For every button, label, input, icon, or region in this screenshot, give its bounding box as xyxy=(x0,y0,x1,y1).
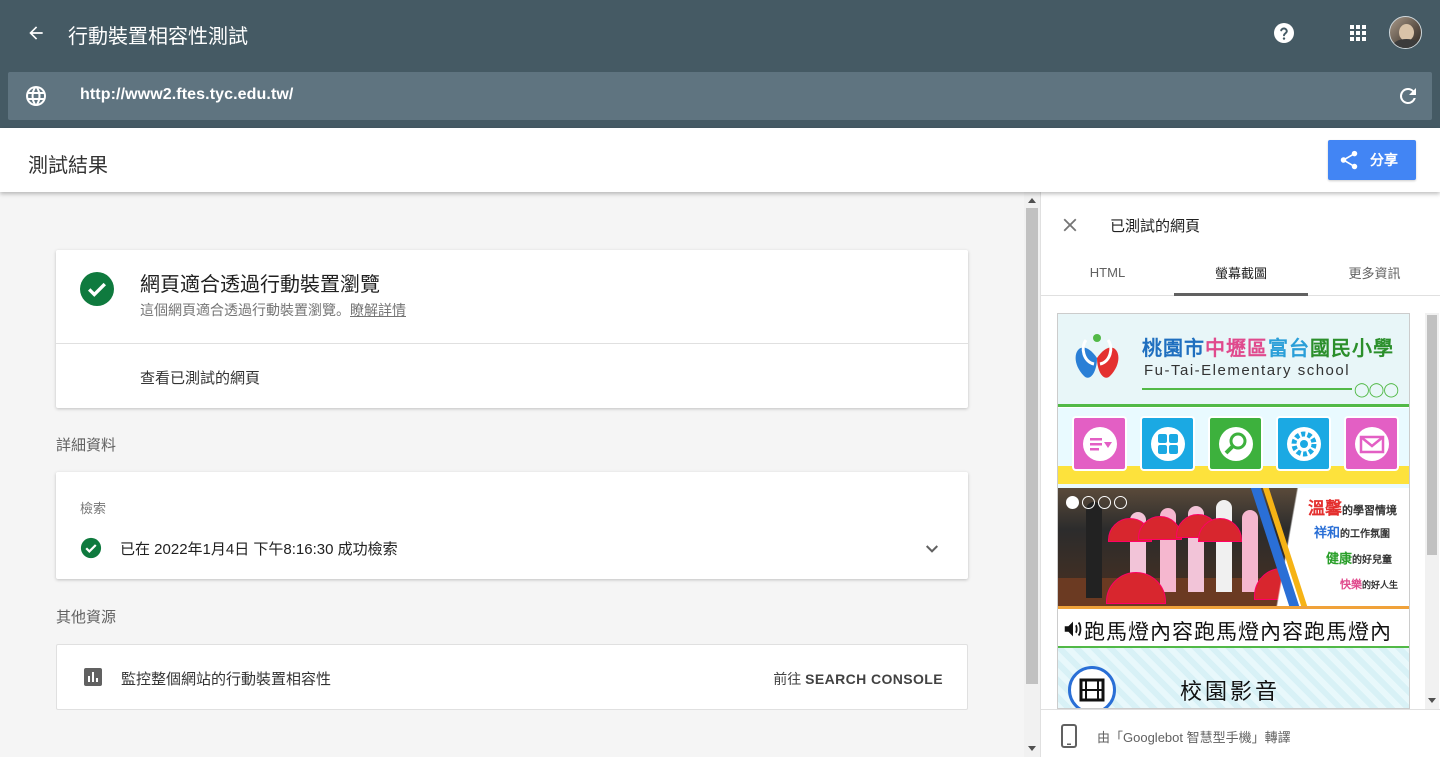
console-link-label: SEARCH CONSOLE xyxy=(805,671,943,687)
console-text: 監控整個網站的行動裝置相容性 xyxy=(121,671,332,688)
avatar[interactable] xyxy=(1389,16,1422,49)
panel-tabs: HTML 螢幕截圖 更多資訊 xyxy=(1041,248,1440,296)
search-console-link[interactable]: 前往 SEARCH CONSOLE xyxy=(773,669,943,689)
school-name-part: 中壢區 xyxy=(1205,338,1268,360)
slogan-word: 健康 xyxy=(1326,551,1353,566)
resources-section-label: 其他資源 xyxy=(56,609,117,626)
slogan-text: 祥和的工作氛圍 xyxy=(1314,522,1390,541)
crawl-status-text: 已在 2022年1月4日 下午8:16:30 成功檢索 xyxy=(120,541,398,558)
result-subtitle: 這個網頁適合透過行動裝置瀏覽。瞭解詳情 xyxy=(140,300,406,320)
close-icon[interactable] xyxy=(1059,214,1081,236)
film-icon xyxy=(1068,666,1116,708)
refresh-button[interactable] xyxy=(1396,84,1420,108)
details-section-label: 詳細資料 xyxy=(56,437,117,454)
school-english-name: Fu-Tai-Elementary school xyxy=(1144,362,1351,379)
preview-icon-row xyxy=(1058,408,1409,488)
rendered-by-text: 由「Googlebot 智慧型手機」轉譯 xyxy=(1097,730,1291,745)
header-underline xyxy=(1142,388,1352,390)
app-title: 行動裝置相容性測試 xyxy=(68,26,248,48)
school-logo xyxy=(1075,334,1119,378)
crawl-card[interactable]: 檢索 已在 2022年1月4日 下午8:16:30 成功檢索 xyxy=(56,472,968,579)
slogan-word: 的工作氛圍 xyxy=(1340,529,1391,540)
scroll-up-arrow[interactable] xyxy=(1028,198,1036,203)
result-title: 網頁適合透過行動裝置瀏覽 xyxy=(140,274,380,296)
panel-title: 已測試的網頁 xyxy=(1110,218,1201,235)
slogan-text: 溫馨的學習情境 xyxy=(1308,494,1397,519)
arrow-left-icon xyxy=(29,26,43,40)
check-circle-icon xyxy=(80,272,114,306)
preview-marquee: 跑馬燈內容跑馬燈內容跑馬燈內 xyxy=(1058,606,1409,648)
marquee-text: 跑馬燈內容跑馬燈內容跑馬燈內 xyxy=(1084,621,1392,644)
view-tested-page-link[interactable]: 查看已測試的網頁 xyxy=(140,367,260,388)
console-link-prefix: 前往 xyxy=(773,671,802,687)
apps-grid-icon xyxy=(1350,25,1366,41)
slogan-word: 的學習情境 xyxy=(1342,505,1397,517)
smartphone-icon xyxy=(1061,724,1077,748)
page-title: 測試結果 xyxy=(28,155,108,177)
rings-decoration: ◯◯◯ xyxy=(1354,381,1399,397)
speaker-icon xyxy=(1064,621,1082,637)
preview-video-section: 校園影音 xyxy=(1058,648,1409,708)
divider xyxy=(56,343,968,344)
search-icon xyxy=(1208,416,1263,471)
chevron-down-icon[interactable] xyxy=(920,536,944,560)
url-value[interactable]: http://www2.ftes.tyc.edu.tw/ xyxy=(80,86,293,104)
share-label: 分享 xyxy=(1370,152,1398,168)
school-name-part: 國民小學 xyxy=(1310,338,1394,360)
slogan-word: 的好人生 xyxy=(1362,580,1399,590)
school-name-part: 富台 xyxy=(1268,338,1310,360)
school-name-part: 桃園市 xyxy=(1142,338,1205,360)
main-scrollbar[interactable] xyxy=(1024,192,1040,757)
search-console-card: 監控整個網站的行動裝置相容性 前往 SEARCH CONSOLE xyxy=(56,644,968,710)
bar-chart-icon xyxy=(84,668,102,686)
url-bar[interactable]: http://www2.ftes.tyc.edu.tw/ xyxy=(8,72,1432,120)
tab-more-info[interactable]: 更多資訊 xyxy=(1308,248,1440,296)
app-bar: 行動裝置相容性測試 http://www2.ftes.tyc.edu.tw/ xyxy=(0,0,1440,128)
help-circle-icon xyxy=(1274,23,1294,43)
main-content: 網頁適合透過行動裝置瀏覽 這個網頁適合透過行動裝置瀏覽。瞭解詳情 查看已測試的網… xyxy=(0,192,1024,757)
tested-page-panel: 已測試的網頁 HTML 螢幕截圖 更多資訊 桃園市中壢區富台國民小學 Fu-Ta… xyxy=(1040,192,1440,757)
globe-icon xyxy=(26,86,46,106)
preview-header: 桃園市中壢區富台國民小學 Fu-Tai-Elementary school ◯◯… xyxy=(1058,314,1409,407)
green-bar xyxy=(1058,404,1409,407)
preview-banner-photo: 溫馨的學習情境 祥和的工作氛圍 健康的好兒童 快樂的好人生 xyxy=(1058,488,1409,606)
school-name: 桃園市中壢區富台國民小學 xyxy=(1142,332,1394,361)
result-header: 測試結果 分享 xyxy=(0,128,1440,192)
scroll-thumb[interactable] xyxy=(1427,315,1437,555)
scroll-down-arrow[interactable] xyxy=(1028,746,1036,751)
share-icon xyxy=(1340,150,1358,170)
slogan-word: 的好兒童 xyxy=(1352,555,1393,566)
apps-button[interactable] xyxy=(1346,21,1370,45)
back-button[interactable] xyxy=(24,21,48,45)
slogan-word: 快樂 xyxy=(1340,579,1362,591)
learn-more-link[interactable]: 瞭解詳情 xyxy=(350,302,406,318)
scroll-down-arrow[interactable] xyxy=(1428,698,1436,703)
panel-footer: 由「Googlebot 智慧型手機」轉譯 xyxy=(1041,709,1440,757)
page-screenshot: 桃園市中壢區富台國民小學 Fu-Tai-Elementary school ◯◯… xyxy=(1057,313,1410,709)
gear-icon xyxy=(1276,416,1331,471)
share-button[interactable]: 分享 xyxy=(1328,140,1416,180)
video-title: 校園影音 xyxy=(1180,679,1281,704)
scroll-thumb[interactable] xyxy=(1026,208,1038,684)
help-button[interactable] xyxy=(1272,21,1296,45)
mail-icon xyxy=(1344,416,1399,471)
tab-html[interactable]: HTML xyxy=(1041,248,1174,296)
panel-scrollbar[interactable] xyxy=(1425,313,1439,709)
notes-icon xyxy=(1072,416,1127,471)
tab-screenshot[interactable]: 螢幕截圖 xyxy=(1174,248,1308,296)
grid-icon xyxy=(1140,416,1195,471)
slogan-word: 溫馨 xyxy=(1308,499,1342,518)
check-circle-icon xyxy=(80,537,102,559)
result-card: 網頁適合透過行動裝置瀏覽 這個網頁適合透過行動裝置瀏覽。瞭解詳情 查看已測試的網… xyxy=(56,250,968,408)
slogan-word: 祥和 xyxy=(1314,525,1341,540)
crawl-label: 檢索 xyxy=(80,501,107,516)
carousel-dots[interactable] xyxy=(1066,496,1127,509)
slogan-text: 快樂的好人生 xyxy=(1340,576,1398,592)
refresh-icon xyxy=(1399,87,1416,104)
result-subtitle-text: 這個網頁適合透過行動裝置瀏覽。 xyxy=(140,302,350,318)
active-tab-indicator xyxy=(1174,293,1308,296)
slogan-text: 健康的好兒童 xyxy=(1326,548,1392,567)
